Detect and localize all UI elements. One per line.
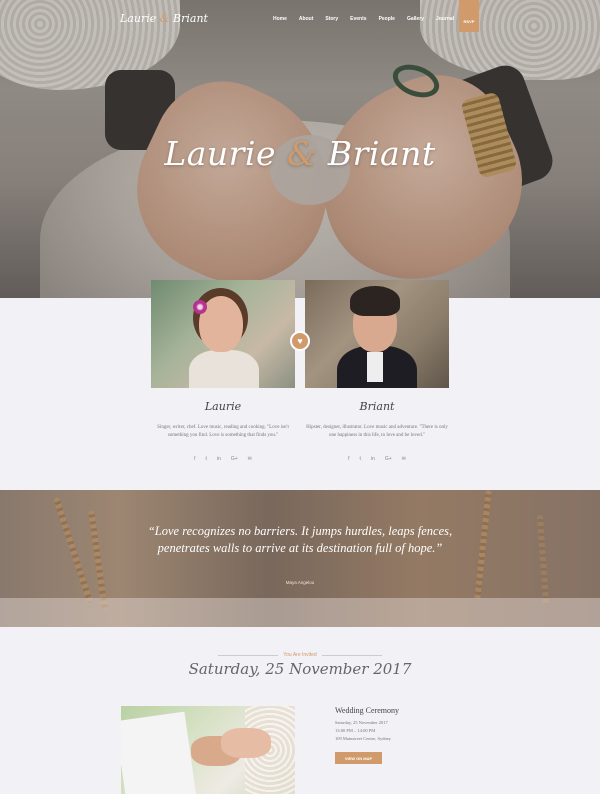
event-date: Saturday, 25 November 2017 [335, 720, 388, 725]
main-menu: Home About Story Events People Gallery J… [273, 16, 454, 22]
logo-second: Briant [173, 12, 208, 25]
wedding-page: Laurie & Briant Home About Story Events … [0, 0, 600, 794]
groom-hair [350, 286, 400, 316]
facebook-icon[interactable]: f [194, 456, 195, 462]
bride-social-links: f t in G+ ✉ [151, 456, 295, 462]
groom-social-links: f t in G+ ✉ [305, 456, 449, 462]
quote-section [0, 490, 600, 627]
logo-first: Laurie [120, 12, 157, 25]
quote-author: Maya Angelou [285, 580, 315, 585]
ceremony-photo [121, 706, 295, 794]
email-icon[interactable]: ✉ [248, 456, 252, 462]
invite-label: You Are Invited [283, 652, 317, 658]
groom-name: Briant [359, 400, 395, 413]
bride-body [189, 350, 259, 388]
ceremony-sleeve [121, 711, 197, 794]
rsvp-button[interactable]: RSVP [459, 0, 479, 32]
event-time: 13:00 PM – 14:00 PM [335, 728, 376, 733]
twitter-icon[interactable]: t [206, 456, 207, 462]
nav-item-events[interactable]: Events [350, 16, 366, 22]
hero-title-second: Briant [327, 134, 436, 173]
bride-name: Laurie [204, 400, 242, 413]
wedding-date-script: Saturday, 25 November 2017 [188, 660, 412, 678]
heart-icon: ♥ [290, 331, 310, 351]
hero-title-first: Laurie [164, 134, 277, 173]
bride-description: Singer, writer, chef. Love music, readin… [157, 425, 289, 438]
groom-description: Hipster, designer, illustrator. Love mus… [306, 425, 448, 438]
google-plus-icon[interactable]: G+ [231, 456, 238, 462]
email-icon[interactable]: ✉ [402, 456, 406, 462]
bride-flower [193, 300, 207, 314]
groom-shirt [367, 352, 383, 382]
linkedin-icon[interactable]: in [371, 456, 375, 462]
hero-section: Laurie & Briant Home About Story Events … [0, 0, 600, 298]
top-nav: Laurie & Briant Home About Story Events … [0, 0, 600, 36]
event-place: 109 Mainstreet Centre, Sydney [335, 736, 391, 741]
ceremony-hand-bride [221, 728, 271, 758]
groom-photo [305, 280, 449, 388]
hero-title-amp: & [287, 134, 317, 173]
nav-item-home[interactable]: Home [273, 16, 287, 22]
google-plus-icon[interactable]: G+ [385, 456, 392, 462]
nav-item-journal[interactable]: Journal [436, 16, 454, 22]
twitter-icon[interactable]: t [360, 456, 361, 462]
quote-text: “Love recognizes no barriers. It jumps h… [147, 524, 453, 555]
quote-band-lower [0, 598, 600, 627]
nav-item-people[interactable]: People [379, 16, 395, 22]
couple-section [0, 298, 600, 490]
nav-item-gallery[interactable]: Gallery [407, 16, 424, 22]
logo-amp: & [159, 12, 170, 25]
site-logo[interactable]: Laurie & Briant [120, 12, 208, 25]
nav-item-about[interactable]: About [299, 16, 313, 22]
facebook-icon[interactable]: f [348, 456, 349, 462]
event-title: Wedding Ceremony [335, 706, 400, 715]
view-on-map-button[interactable]: VIEW ON MAP [335, 752, 382, 764]
hero-title: Laurie & Briant [0, 134, 600, 173]
linkedin-icon[interactable]: in [217, 456, 221, 462]
bride-photo [151, 280, 295, 388]
nav-item-story[interactable]: Story [325, 16, 338, 22]
